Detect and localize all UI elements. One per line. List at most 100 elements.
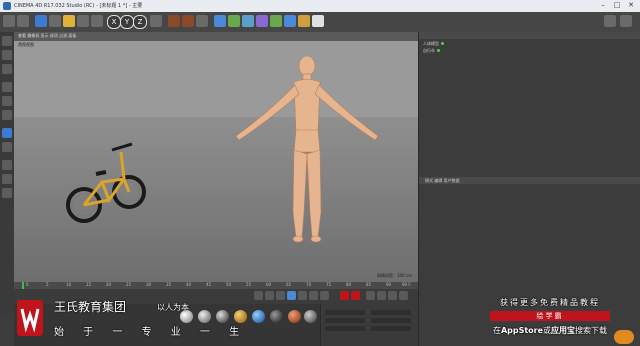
points-mode-icon[interactable] [2, 82, 12, 92]
app-promo-overlay: 获得更多免费精品教程 绘学霸 在AppStore或应用宝搜索下载 [470, 296, 630, 346]
timeline-tick: 20 [106, 282, 112, 287]
size-x-field[interactable] [371, 310, 411, 315]
rotate-icon[interactable] [77, 15, 89, 27]
close-button[interactable]: ✕ [624, 1, 638, 10]
auto-key-icon[interactable] [351, 291, 360, 300]
promo-line-1: 获得更多免费精品教程 [500, 298, 600, 307]
playhead[interactable] [22, 282, 24, 289]
app-badge-icon [614, 330, 634, 344]
appstore-text: AppStore [500, 326, 544, 335]
timeline-tick: 30 [146, 282, 152, 287]
edges-mode-icon[interactable] [2, 96, 12, 106]
size-y-field[interactable] [371, 318, 411, 323]
record-key-icon[interactable] [340, 291, 349, 300]
company-slogan: 以人为本 [157, 303, 189, 312]
next-key-icon[interactable] [309, 291, 318, 300]
cube-icon[interactable] [214, 15, 226, 27]
render-settings-icon[interactable] [196, 15, 208, 27]
polygons-mode-icon[interactable] [2, 110, 12, 120]
app-icon [3, 2, 11, 10]
brand-overlay: 王氏教育集团 以人为本 始 于 一 专 业 一 生 [14, 296, 244, 346]
floor-icon[interactable] [284, 15, 296, 27]
workplane-icon[interactable] [2, 174, 12, 184]
promo-text: 或 [543, 326, 552, 335]
play-icon[interactable] [287, 291, 296, 300]
mode-toolbar [0, 32, 15, 314]
prev-key-icon[interactable] [265, 291, 274, 300]
subdivision-icon[interactable] [242, 15, 254, 27]
array-icon[interactable] [256, 15, 268, 27]
undo-icon[interactable] [3, 15, 15, 27]
timeline-tick: 50 [226, 282, 232, 287]
solo-icon[interactable] [2, 188, 12, 198]
timeline-tick: 65 [286, 282, 292, 287]
snap-icon[interactable] [2, 160, 12, 170]
timeline-tick: 10 [66, 282, 72, 287]
rotation-key-icon[interactable] [388, 291, 397, 300]
window-title: CINEMA 4D R17.032 Studio (RC) - [未标题 1 *… [14, 3, 143, 9]
timeline-ruler[interactable]: 0 5 10 15 20 25 30 35 40 45 50 55 60 65 … [14, 282, 418, 289]
company-motto: 始 于 一 专 业 一 生 [54, 327, 248, 338]
position-z-field[interactable] [325, 326, 365, 331]
scene-graphics [66, 55, 379, 243]
live-select-icon[interactable] [35, 15, 47, 27]
visibility-dot-icon[interactable] [441, 42, 444, 45]
minimize-button[interactable]: – [596, 1, 610, 10]
scale-icon[interactable] [63, 15, 75, 27]
coordinate-system-icon[interactable] [150, 15, 162, 27]
go-to-end-icon[interactable] [320, 291, 329, 300]
material-ball[interactable] [288, 310, 301, 323]
render-view-icon[interactable] [168, 15, 180, 27]
layout-icon[interactable] [604, 15, 616, 27]
human-figure-model[interactable] [235, 55, 379, 243]
recent-tools-icon[interactable] [91, 15, 103, 27]
perspective-viewport[interactable]: 查看 摄像机 显示 选项 过滤 面板 透视视图 网格间距：100 cm [14, 32, 418, 282]
company-name: 王氏教育集团 [54, 300, 127, 314]
pen-icon[interactable] [228, 15, 240, 27]
next-frame-icon[interactable] [298, 291, 307, 300]
material-ball[interactable] [304, 310, 317, 323]
timeline-tick: 35 [166, 282, 172, 287]
maximize-button[interactable]: □ [610, 1, 624, 10]
menu-icon[interactable] [620, 15, 632, 27]
object-row[interactable]: 自行车 [423, 48, 440, 54]
go-to-start-icon[interactable] [254, 291, 263, 300]
timeline-tick: 60 [266, 282, 272, 287]
model-mode-icon[interactable] [2, 50, 12, 60]
redo-icon[interactable] [17, 15, 29, 27]
render-picture-viewer-icon[interactable] [182, 15, 194, 27]
coordinate-manager [320, 304, 419, 346]
texture-mode-icon[interactable] [2, 64, 12, 74]
axis-z-lock[interactable]: Z [133, 15, 147, 29]
position-y-field[interactable] [325, 318, 365, 323]
material-ball[interactable] [252, 310, 265, 323]
tweak-mode-icon[interactable] [2, 142, 12, 152]
move-icon[interactable] [49, 15, 61, 27]
material-ball[interactable] [270, 310, 283, 323]
light-icon[interactable] [312, 15, 324, 27]
prev-frame-icon[interactable] [276, 291, 285, 300]
position-x-field[interactable] [325, 310, 365, 315]
bicycle-model[interactable] [66, 142, 146, 223]
timeline-tick: 40 [186, 282, 192, 287]
timeline-tick: 0 [26, 282, 29, 287]
object-name: 人体模型 [423, 41, 439, 46]
deformer-icon[interactable] [270, 15, 282, 27]
brand-logo [17, 300, 43, 336]
keyframe-selection-icon[interactable] [366, 291, 375, 300]
object-row[interactable]: 人体模型 [423, 41, 444, 47]
timeline-tick: 25 [126, 282, 132, 287]
attribute-manager-menu: 模式 编辑 用户数据 [419, 177, 640, 184]
position-key-icon[interactable] [377, 291, 386, 300]
w-logo-icon [20, 308, 40, 333]
axis-mode-icon[interactable] [2, 128, 12, 138]
timeline-tick: 80 [346, 282, 352, 287]
timeline-tick: 75 [326, 282, 332, 287]
size-z-field[interactable] [371, 326, 411, 331]
axis-y-lock[interactable]: Y [120, 15, 134, 29]
camera-icon[interactable] [298, 15, 310, 27]
visibility-dot-icon[interactable] [437, 49, 440, 52]
make-editable-icon[interactable] [2, 36, 12, 46]
axis-x-lock[interactable]: X [107, 15, 121, 29]
scale-key-icon[interactable] [399, 291, 408, 300]
